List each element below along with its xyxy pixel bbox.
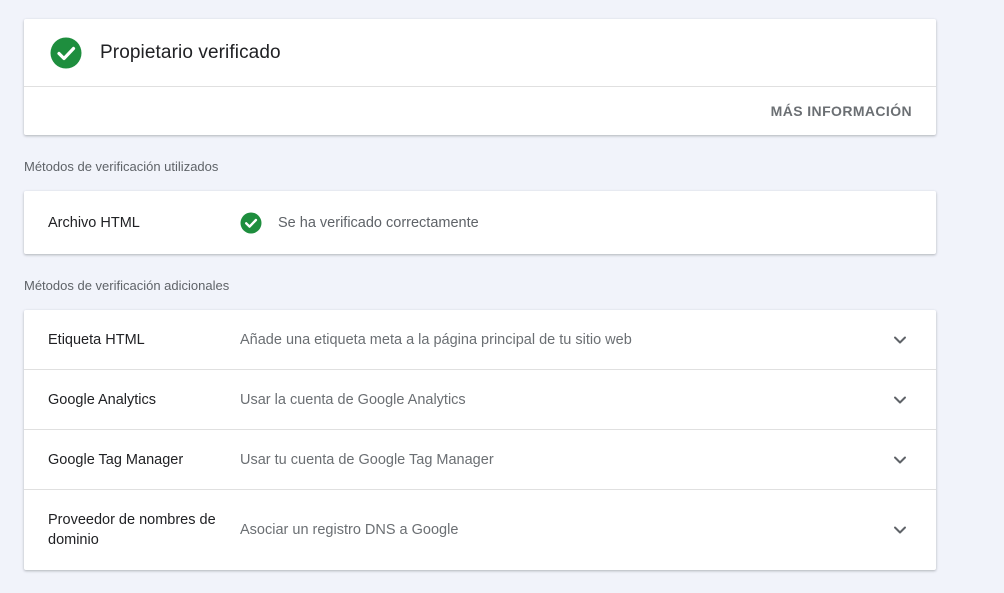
chevron-down-icon[interactable] <box>888 328 912 352</box>
chevron-down-icon[interactable] <box>888 448 912 472</box>
method-row-domain-provider[interactable]: Proveedor de nombres de dominio Asociar … <box>24 490 936 570</box>
check-circle-icon <box>240 212 262 233</box>
method-name: Google Tag Manager <box>48 451 184 468</box>
method-row-html-tag[interactable]: Etiqueta HTML Añade una etiqueta meta a … <box>24 310 936 370</box>
used-method-row: Archivo HTML Se ha verificado correctame… <box>24 191 936 254</box>
method-description: Usar la cuenta de Google Analytics <box>240 391 466 408</box>
owner-header: Propietario verificado <box>24 19 936 87</box>
used-methods-label: Métodos de verificación utilizados <box>24 159 219 174</box>
used-method-status: Se ha verificado correctamente <box>278 214 479 231</box>
method-row-google-analytics[interactable]: Google Analytics Usar la cuenta de Googl… <box>24 370 936 430</box>
additional-methods-list: Etiqueta HTML Añade una etiqueta meta a … <box>24 310 936 570</box>
method-description: Asociar un registro DNS a Google <box>240 522 459 538</box>
additional-methods-label: Métodos de verificación adicionales <box>24 278 230 293</box>
method-description: Usar tu cuenta de Google Tag Manager <box>240 451 494 468</box>
used-method-name: Archivo HTML <box>48 214 140 231</box>
owner-verified-card: Propietario verificado MÁS INFORMACIÓN <box>24 19 936 135</box>
chevron-down-icon[interactable] <box>888 518 912 542</box>
method-row-google-tag-manager[interactable]: Google Tag Manager Usar tu cuenta de Goo… <box>24 430 936 490</box>
page-title: Propietario verificado <box>100 41 281 63</box>
method-description: Añade una etiqueta meta a la página prin… <box>240 331 632 348</box>
check-circle-icon <box>50 37 82 68</box>
method-name: Proveedor de nombres de dominio <box>48 512 216 548</box>
verification-page: Propietario verificado MÁS INFORMACIÓN M… <box>24 19 936 570</box>
owner-actions: MÁS INFORMACIÓN <box>24 87 936 135</box>
more-info-button[interactable]: MÁS INFORMACIÓN <box>771 103 912 119</box>
method-name: Google Analytics <box>48 391 157 408</box>
chevron-down-icon[interactable] <box>888 388 912 412</box>
method-name: Etiqueta HTML <box>48 331 145 348</box>
